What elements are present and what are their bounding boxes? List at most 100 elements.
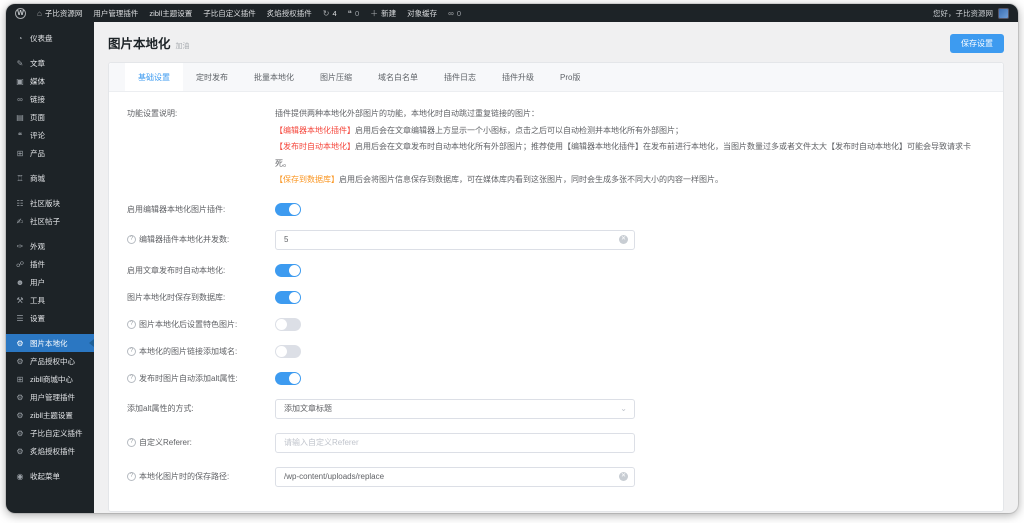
- sidebar-item-mall[interactable]: ♖ 商城: [6, 169, 94, 187]
- gear-icon: ⚙: [16, 356, 24, 366]
- tab-插件日志[interactable]: 插件日志: [431, 63, 489, 91]
- sidebar-item-zibll-mall[interactable]: ⊞ zibll商城中心: [6, 370, 94, 388]
- form-row-enable-editor-localize: 启用编辑器本地化图片插件:: [127, 202, 985, 216]
- set-featured-image-toggle[interactable]: [275, 317, 301, 331]
- tab-域名白名单[interactable]: 域名白名单: [365, 63, 431, 91]
- alt-method-select[interactable]: 添加文章标题 ⌄: [275, 398, 635, 419]
- field-control: [275, 371, 985, 385]
- help-icon[interactable]: ?: [127, 438, 136, 447]
- sidebar-item-forum-posts[interactable]: ✍ 社区帖子: [6, 212, 94, 230]
- sidebar-item-settings[interactable]: ☰ 设置: [6, 309, 94, 327]
- save-settings-button[interactable]: 保存设置: [950, 33, 1004, 53]
- sidebar-item-comments[interactable]: ❝ 评论: [6, 126, 94, 144]
- sidebar-item-pages[interactable]: ▤ 页面: [6, 108, 94, 126]
- field-label-text: 发布时图片自动添加alt属性:: [139, 373, 238, 383]
- custom-referer-input[interactable]: 请输入自定义Referer: [275, 432, 635, 453]
- desc-tag-editor: 【编辑器本地化插件】: [275, 125, 355, 135]
- help-icon[interactable]: ?: [127, 319, 136, 329]
- field-label-text: 图片本地化时保存到数据库:: [127, 292, 226, 302]
- select-value: 添加文章标题: [284, 404, 332, 413]
- add-domain-to-links-toggle[interactable]: [275, 344, 301, 358]
- sidebar-item-zibll-theme[interactable]: ⚙ zibll主题设置: [6, 406, 94, 424]
- tab-批量本地化[interactable]: 批量本地化: [241, 63, 307, 91]
- form-row-description: 功能设置说明: 插件提供两种本地化外部图片的功能，本地化时自动跳过重复链接的图片…: [127, 106, 985, 189]
- clear-icon[interactable]: ✕: [619, 472, 628, 481]
- tab-bar: 基础设置 定时发布 批量本地化 图片压缩 域名白名单 插件日志 插件升级 Pro版: [109, 63, 1003, 92]
- clear-icon[interactable]: ✕: [619, 235, 628, 244]
- enable-editor-localize-toggle[interactable]: [275, 202, 301, 216]
- tab-图片压缩[interactable]: 图片压缩: [307, 63, 365, 91]
- sidebar-item-label: 链接: [30, 94, 45, 104]
- sidebar-item-label: 炙焰授权插件: [30, 446, 75, 456]
- help-icon[interactable]: ?: [127, 346, 136, 356]
- form-row-editor-concurrency: ? 编辑器插件本地化并发数: 5 ✕: [127, 229, 985, 250]
- sidebar-item-collapse-menu[interactable]: ◉ 收起菜单: [6, 467, 94, 485]
- adminbar-account[interactable]: 您好，子比资源网: [933, 7, 1009, 19]
- field-control: [275, 202, 985, 216]
- page-title-wrap: 图片本地化 加油: [108, 33, 190, 53]
- desc-text1: 启用后会在文章编辑器上方显示一个小图标，点击之后可以自动检测并本地化所有外部图片…: [355, 125, 683, 135]
- save-path-input[interactable]: /wp-content/uploads/replace ✕: [275, 466, 635, 487]
- plugin-icon: ☍: [15, 259, 25, 269]
- sidebar-item-plugins[interactable]: ☍ 插件: [6, 255, 94, 273]
- sidebar-item-label: 页面: [30, 112, 45, 122]
- page-header: 图片本地化 加油 保存设置: [108, 33, 1004, 53]
- sidebar-item-image-localize[interactable]: ⚙ 图片本地化: [6, 334, 94, 352]
- adminbar-new[interactable]: ＋ 新建: [370, 8, 396, 19]
- help-icon[interactable]: ?: [127, 472, 136, 481]
- sliders-icon: ☰: [16, 313, 24, 323]
- form-row-alt-method: 添加alt属性的方式: 添加文章标题 ⌄: [127, 398, 985, 419]
- chain-icon: ∞: [17, 94, 23, 104]
- new-label: 新建: [381, 8, 397, 18]
- adminbar-menu-item[interactable]: 炙焰授权插件: [267, 8, 312, 19]
- tab-插件升级[interactable]: 插件升级: [489, 63, 547, 91]
- tab-Pro版[interactable]: Pro版: [547, 63, 593, 91]
- sidebar-item-license-center[interactable]: ⚙ 产品授权中心: [6, 352, 94, 370]
- field-label-text: 图片本地化后设置特色图片:: [139, 319, 238, 329]
- adminbar-updates[interactable]: ↻ 4: [323, 9, 337, 18]
- store-icon: ♖: [16, 173, 24, 183]
- updates-count: 4: [332, 8, 337, 18]
- sidebar-item-products[interactable]: ⊞ 产品: [6, 144, 94, 162]
- sidebar-item-custom-plugin[interactable]: ⚙ 子比自定义插件: [6, 424, 94, 442]
- field-control: 5 ✕: [275, 229, 985, 250]
- auto-add-alt-toggle[interactable]: [275, 371, 301, 385]
- auto-localize-on-publish-toggle[interactable]: [275, 263, 301, 277]
- sidebar-item-appearance[interactable]: ✑ 外观: [6, 237, 94, 255]
- field-label-text: 启用编辑器本地化图片插件:: [127, 204, 226, 214]
- editor-concurrency-input[interactable]: 5 ✕: [275, 229, 635, 250]
- tab-定时发布[interactable]: 定时发布: [183, 63, 241, 91]
- cart-icon: ⊞: [16, 148, 24, 158]
- save-to-database-toggle[interactable]: [275, 290, 301, 304]
- field-label: 图片本地化时保存到数据库:: [127, 292, 275, 303]
- sidebar: ◔ 仪表盘 ✎ 文章 ▣ 媒体 ∞ 链接 ▤ 页面 ❝ 评论 ⊞ 产品 ♖ 商城 ☷ 社区版块 ✍ 社区帖子 ✑ 外观 ☍ 插…: [6, 22, 94, 513]
- help-icon[interactable]: ?: [127, 373, 136, 383]
- chevron-down-icon: ⌄: [620, 403, 627, 413]
- admin-bar: W ⌂ 子比资源网 用户管理插件 zibll主题设置 子比自定义插件 炙焰授权插件 ↻…: [6, 4, 1018, 22]
- adminbar-menu-item[interactable]: zibll主题设置: [149, 8, 192, 19]
- sidebar-item-zhiyan-license[interactable]: ⚙ 炙焰授权插件: [6, 442, 94, 460]
- input-value: 请输入自定义Referer: [284, 438, 359, 447]
- adminbar-links[interactable]: ∞ 0: [448, 9, 461, 18]
- field-control: [275, 344, 985, 358]
- tab-基础设置[interactable]: 基础设置: [125, 63, 183, 91]
- sidebar-item-users[interactable]: ☻ 用户: [6, 273, 94, 291]
- adminbar-menu-item[interactable]: 用户管理插件: [93, 8, 138, 19]
- adminbar-menu-item[interactable]: 子比自定义插件: [203, 8, 256, 19]
- adminbar-object-cache[interactable]: 对象缓存: [407, 8, 437, 19]
- sidebar-item-links[interactable]: ∞ 链接: [6, 90, 94, 108]
- comment-icon: ❝: [17, 130, 23, 140]
- sidebar-item-dashboard[interactable]: ◔ 仪表盘: [6, 29, 94, 47]
- help-icon[interactable]: ?: [127, 235, 136, 244]
- wordpress-icon: W: [15, 7, 26, 19]
- adminbar-comments[interactable]: ❝ 0: [348, 9, 359, 18]
- wordpress-logo-menu[interactable]: W: [15, 7, 26, 19]
- plus-icon: ＋: [370, 8, 379, 18]
- sidebar-item-media[interactable]: ▣ 媒体: [6, 72, 94, 90]
- sidebar-item-user-manage[interactable]: ⚙ 用户管理插件: [6, 388, 94, 406]
- sidebar-item-forum-sections[interactable]: ☷ 社区版块: [6, 194, 94, 212]
- sidebar-item-tools[interactable]: ⚒ 工具: [6, 291, 94, 309]
- toggle-knob: [289, 372, 300, 384]
- sidebar-item-posts[interactable]: ✎ 文章: [6, 54, 94, 72]
- adminbar-site-name[interactable]: ⌂ 子比资源网: [37, 8, 82, 19]
